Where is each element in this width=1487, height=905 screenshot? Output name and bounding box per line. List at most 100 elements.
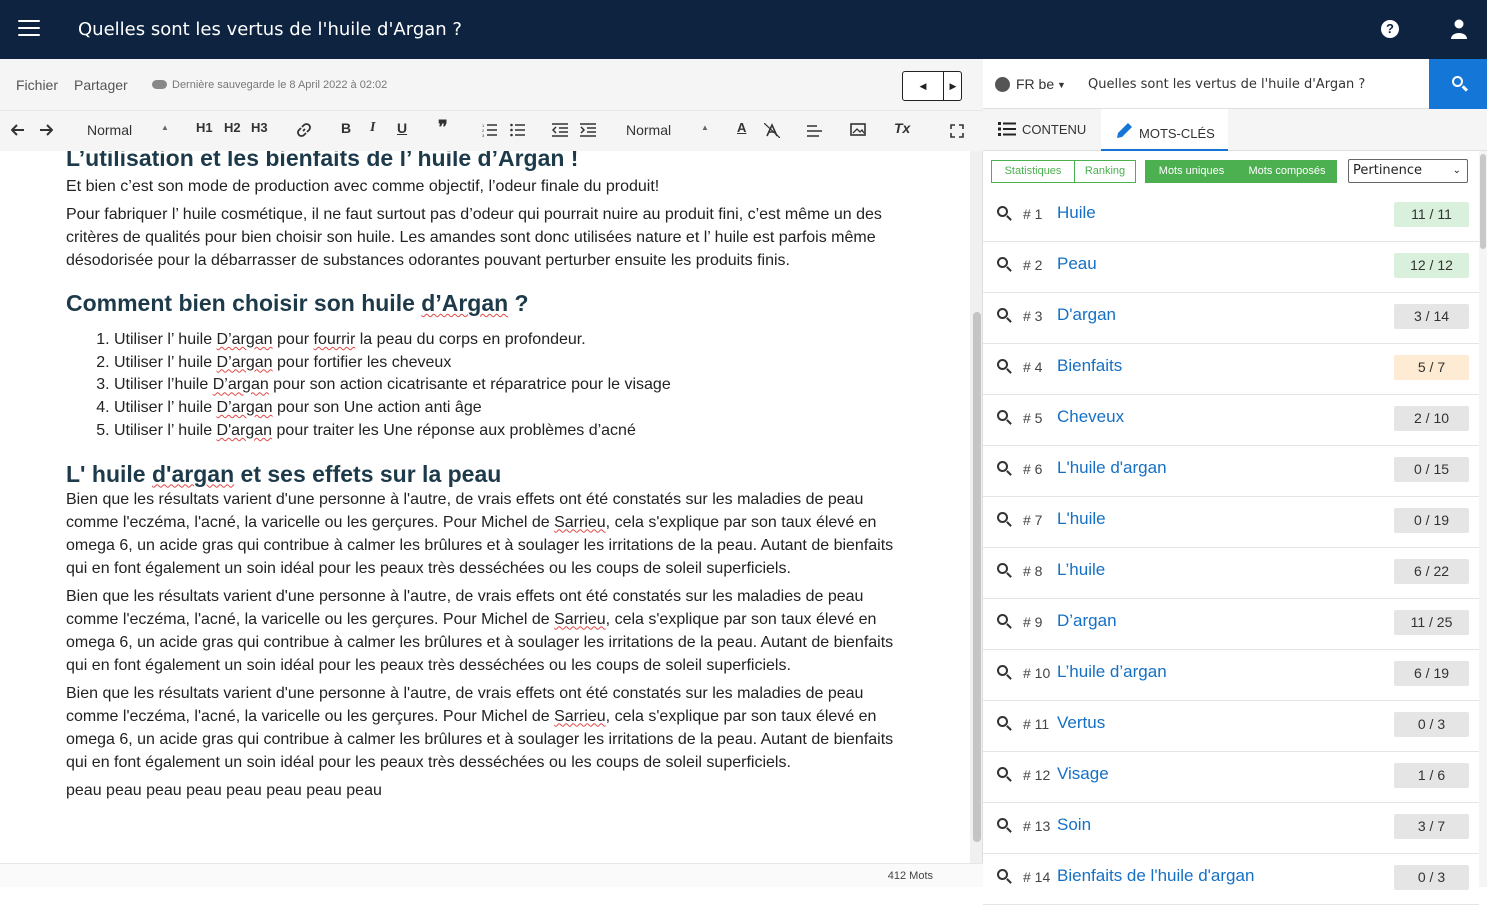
tab-keywords[interactable]: MOTS-CLÉS (1101, 109, 1228, 151)
bold-button[interactable]: B (341, 120, 351, 136)
keyword-row[interactable]: # 12 Visage 1 / 6 (983, 752, 1479, 803)
keyword-row[interactable]: # 1 Huile 11 / 11 (983, 191, 1479, 242)
tips-list: Utiliser l’ huile D’argan pour fourrir l… (114, 329, 906, 443)
menu-file[interactable]: Fichier (16, 77, 58, 93)
sort-select[interactable]: Pertinence ⌄ (1348, 159, 1468, 183)
keyword-row[interactable]: # 13 Soin 3 / 7 (983, 803, 1479, 854)
paragraph-fabrication: Pour fabriquer l’ huile cosmétique, il n… (66, 206, 882, 269)
chevron-down-icon[interactable]: ▼ (1057, 80, 1066, 90)
keyword-rank: # 7 (1023, 512, 1043, 528)
keyword-term[interactable]: Vertus (1057, 713, 1105, 733)
heading1-button[interactable]: H1 (196, 120, 213, 135)
keyword-term[interactable]: Bienfaits (1057, 356, 1122, 376)
text-color-button[interactable]: A (737, 120, 746, 135)
link-icon[interactable] (297, 123, 311, 137)
editor-scrollbar-thumb[interactable] (973, 312, 981, 842)
keyword-rank: # 14 (1023, 869, 1051, 885)
italic-button[interactable]: I (370, 120, 375, 136)
tab-content-label: CONTENU (1022, 122, 1087, 137)
keyword-count-badge: 6 / 19 (1394, 661, 1469, 686)
filter-compound-words-button[interactable]: Mots composés (1237, 160, 1337, 183)
pencil-icon (1117, 123, 1132, 138)
keyword-rank: # 12 (1023, 767, 1051, 783)
keyword-count-badge: 11 / 11 (1394, 202, 1469, 227)
keyword-row[interactable]: # 6 L'huile d'argan 0 / 15 (983, 446, 1479, 497)
search-button[interactable] (1429, 59, 1487, 109)
keyword-query-input[interactable] (1078, 68, 1423, 100)
keyword-row[interactable]: # 9 D’argan 11 / 25 (983, 599, 1479, 650)
previous-arrow-icon[interactable]: ◀ (908, 72, 938, 100)
keyword-term[interactable]: Huile (1057, 203, 1096, 223)
editor-content-area[interactable]: L’utilisation et les bienfaits de l’ hui… (0, 151, 970, 863)
keyword-term[interactable]: L'huile (1057, 509, 1106, 529)
keyword-count-badge: 1 / 6 (1394, 763, 1469, 788)
paragraph-results: Bien que les résultats varient d'une per… (66, 490, 894, 577)
tab-content[interactable]: CONTENU (983, 109, 1101, 151)
filter-unique-words-button[interactable]: Mots uniques (1145, 160, 1238, 183)
keyword-count-badge: 0 / 3 (1394, 712, 1469, 737)
search-icon (1452, 76, 1463, 87)
undo-icon[interactable] (11, 124, 25, 136)
keyword-row[interactable]: # 3 D'argan 3 / 14 (983, 293, 1479, 344)
paragraph-style-select[interactable]: Normal ▲ (87, 122, 169, 138)
keyword-count-badge: 0 / 19 (1394, 508, 1469, 533)
quote-button[interactable]: ❞ (438, 117, 448, 138)
hamburger-menu-icon[interactable] (18, 20, 40, 38)
keyword-row[interactable]: # 14 Bienfaits de l'huile d'argan 0 / 3 (983, 854, 1479, 905)
keyword-rank: # 8 (1023, 563, 1043, 579)
keyword-list-scrollbar-thumb[interactable] (1480, 154, 1486, 249)
keyword-term[interactable]: Peau (1057, 254, 1097, 274)
app-header: Quelles sont les vertus de l'huile d'Arg… (0, 0, 1487, 59)
keyword-term[interactable]: D'argan (1057, 305, 1116, 325)
highlight-icon[interactable] (764, 123, 780, 138)
editor-menubar: Fichier Partager Dernière sauvegarde le … (0, 59, 983, 111)
keyword-row[interactable]: # 11 Vertus 0 / 3 (983, 701, 1479, 752)
keyword-row[interactable]: # 2 Peau 12 / 12 (983, 242, 1479, 293)
indent-icon[interactable] (580, 123, 596, 137)
heading-usage: L’utilisation et les bienfaits de l’ hui… (66, 151, 579, 171)
list-item: Utiliser l’huile D’argan pour son action… (114, 374, 906, 397)
keyword-count-badge: 0 / 15 (1394, 457, 1469, 482)
filter-statistics-button[interactable]: Statistiques (991, 160, 1075, 183)
keyword-term[interactable]: L’huile d’argan (1057, 662, 1167, 682)
image-icon[interactable] (850, 123, 866, 136)
font-size-select[interactable]: Normal ▲ (626, 122, 709, 138)
keyword-row[interactable]: # 10 L’huile d’argan 6 / 19 (983, 650, 1479, 701)
keyword-term[interactable]: L'huile d'argan (1057, 458, 1167, 478)
save-status: Dernière sauvegarde le 8 April 2022 à 02… (152, 79, 387, 91)
redo-icon[interactable] (39, 124, 53, 136)
menu-share[interactable]: Partager (74, 77, 128, 93)
keyword-row[interactable]: # 7 L'huile 0 / 19 (983, 497, 1479, 548)
language-select[interactable]: FR be (1016, 76, 1054, 92)
keyword-row[interactable]: # 5 Cheveux 2 / 10 (983, 395, 1479, 446)
document-body[interactable]: L’utilisation et les bienfaits de l’ hui… (66, 151, 906, 807)
next-arrow-icon[interactable]: ▶ (938, 72, 968, 100)
keyword-row[interactable]: # 8 L’huile 6 / 22 (983, 548, 1479, 599)
outdent-icon[interactable] (552, 123, 568, 137)
ordered-list-icon[interactable]: 123 (482, 123, 497, 137)
keyword-term[interactable]: D’argan (1057, 611, 1117, 631)
paragraph-intro: Et bien c’est son mode de production ave… (66, 178, 660, 195)
updown-caret-icon: ▲ (701, 123, 709, 132)
heading-choose: Comment bien choisir son huile d’Argan ? (66, 290, 529, 316)
clear-format-button[interactable]: Tx (894, 120, 910, 136)
filter-ranking-button[interactable]: Ranking (1074, 160, 1136, 183)
keyword-list-scrollbar[interactable] (1479, 151, 1487, 887)
underline-button[interactable]: U (397, 120, 407, 136)
help-icon[interactable]: ? (1381, 20, 1399, 38)
updown-caret-icon: ▲ (161, 123, 169, 132)
keyword-row[interactable]: # 4 Bienfaits 5 / 7 (983, 344, 1479, 395)
fullscreen-icon[interactable] (950, 124, 964, 138)
keyword-term[interactable]: Bienfaits de l'huile d'argan (1057, 866, 1254, 886)
user-icon[interactable] (1450, 19, 1468, 39)
keyword-term[interactable]: L’huile (1057, 560, 1105, 580)
heading2-button[interactable]: H2 (224, 120, 241, 135)
keyword-term[interactable]: Visage (1057, 764, 1109, 784)
keyword-term[interactable]: Soin (1057, 815, 1091, 835)
keyword-term[interactable]: Cheveux (1057, 407, 1124, 427)
heading3-button[interactable]: H3 (251, 120, 268, 135)
svg-text:3: 3 (482, 133, 485, 137)
bullet-list-icon[interactable] (510, 123, 525, 137)
align-icon[interactable] (807, 125, 822, 137)
paragraph-results: Bien que les résultats varient d'une per… (66, 587, 894, 674)
